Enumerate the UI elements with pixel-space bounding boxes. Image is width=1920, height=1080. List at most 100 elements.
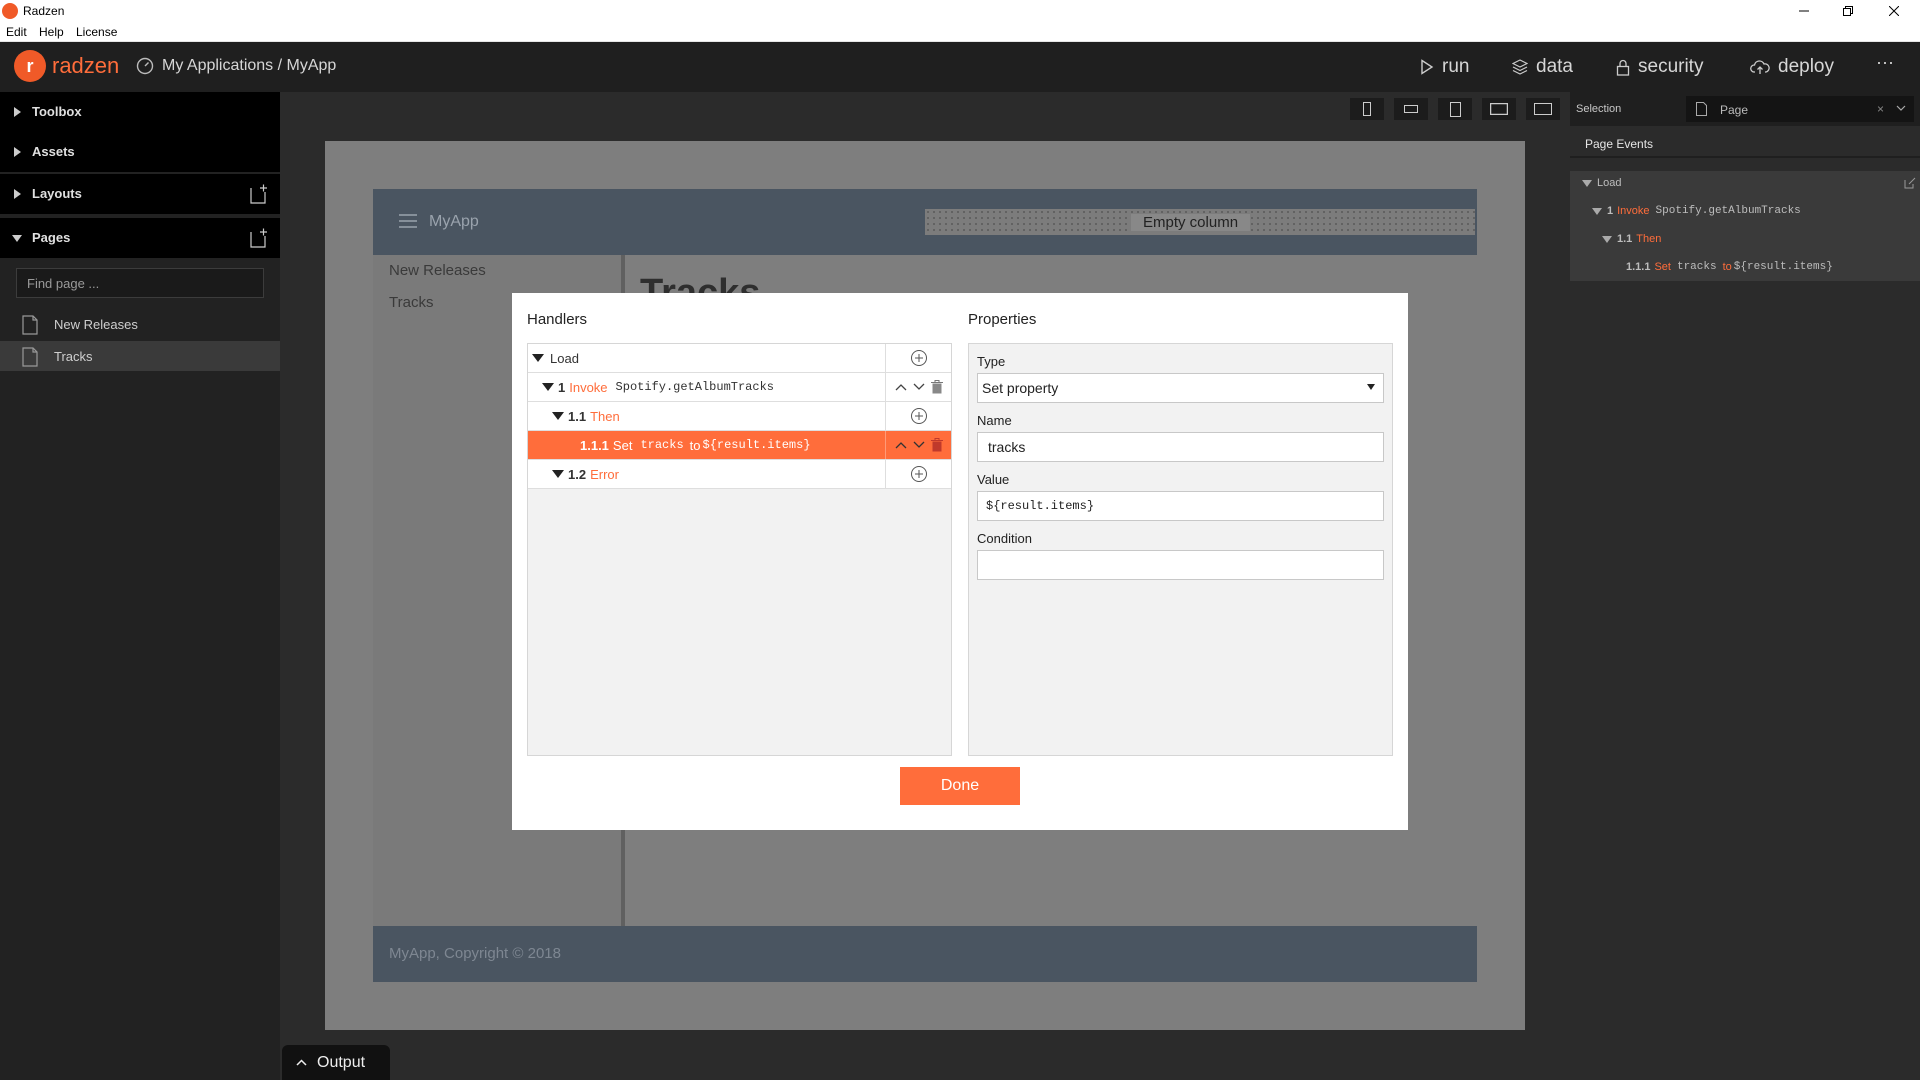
edit-icon[interactable]	[1904, 177, 1916, 189]
page-events-tree: Load 1 Invoke Spotify.getAlbumTracks 1.1…	[1570, 171, 1920, 281]
selection-dropdown[interactable]: Page ×	[1686, 96, 1914, 122]
breadcrumb-text: My Applications / MyApp	[162, 57, 337, 74]
close-window-button[interactable]	[1872, 0, 1916, 22]
page-events-header: Page Events	[1570, 126, 1920, 158]
phone-icon	[1363, 102, 1371, 116]
phone-landscape-icon	[1404, 105, 1418, 113]
move-up-icon[interactable]	[895, 441, 907, 449]
tree-set[interactable]: 1.1.1 Set tracks to ${result.items}	[1626, 261, 1833, 273]
clear-selection-icon[interactable]: ×	[1877, 102, 1884, 116]
toolbox-section[interactable]: Toolbox	[0, 92, 280, 132]
window-title: Radzen	[23, 4, 65, 18]
pages-section[interactable]: Pages	[0, 218, 280, 258]
properties-title: Properties	[968, 311, 1037, 328]
caret-down-icon	[1582, 179, 1592, 187]
caret-right-icon	[14, 147, 21, 157]
trash-icon[interactable]	[930, 380, 943, 394]
chevron-up-icon	[296, 1059, 307, 1066]
device-phone-button[interactable]	[1350, 98, 1384, 120]
radzen-logo-icon: r	[14, 50, 46, 82]
page-item-tracks[interactable]: Tracks	[0, 341, 280, 371]
preview-nav-new-releases[interactable]: New Releases	[389, 262, 486, 279]
minimize-icon	[1799, 10, 1809, 12]
device-tablet-button[interactable]	[1438, 98, 1472, 120]
deploy-button[interactable]: deploy	[1750, 56, 1834, 78]
preview-app-header[interactable]: MyApp Empty column	[373, 189, 1477, 255]
tree-then[interactable]: 1.1 Then	[1602, 233, 1661, 245]
run-button[interactable]: run	[1420, 56, 1469, 78]
page-icon	[22, 315, 38, 335]
menu-edit[interactable]: Edit	[6, 25, 27, 39]
device-phone-landscape-button[interactable]	[1394, 98, 1428, 120]
handler-row-invoke[interactable]: 1 Invoke Spotify.getAlbumTracks	[528, 373, 951, 402]
empty-column-placeholder[interactable]: Empty column	[925, 209, 1475, 235]
properties-panel: Type Set property Name tracks Value ${re…	[968, 343, 1393, 756]
name-input[interactable]: tracks	[977, 432, 1384, 462]
type-label: Type	[977, 354, 1006, 369]
chevron-down-icon	[1896, 105, 1906, 111]
move-down-icon[interactable]	[913, 383, 925, 391]
preview-app-footer[interactable]: MyApp, Copyright © 2018	[373, 926, 1477, 982]
tree-invoke[interactable]: 1 Invoke Spotify.getAlbumTracks	[1592, 205, 1801, 217]
handler-row-set-selected[interactable]: 1.1.1 Set tracks to ${result.items}	[528, 431, 951, 460]
title-bar: Radzen	[0, 0, 1920, 22]
preview-nav-tracks[interactable]: Tracks	[389, 294, 433, 311]
layers-icon	[1512, 59, 1528, 75]
cloud-upload-icon	[1750, 60, 1770, 74]
menu-help[interactable]: Help	[39, 25, 64, 39]
assets-section[interactable]: Assets	[0, 132, 280, 172]
data-button[interactable]: data	[1512, 56, 1573, 78]
move-up-icon[interactable]	[895, 383, 907, 391]
output-panel-toggle[interactable]: Output	[282, 1045, 390, 1080]
value-input[interactable]: ${result.items}	[977, 491, 1384, 521]
minimize-button[interactable]	[1782, 0, 1826, 22]
move-down-icon[interactable]	[913, 441, 925, 449]
preview-app-name: MyApp	[429, 213, 479, 230]
device-laptop-button[interactable]	[1482, 98, 1516, 120]
play-icon	[1421, 59, 1434, 75]
page-item-new-releases[interactable]: New Releases	[0, 309, 280, 339]
laptop-icon	[1490, 103, 1508, 115]
device-size-switcher	[1340, 98, 1560, 120]
add-action-icon[interactable]	[910, 465, 928, 483]
name-label: Name	[977, 413, 1012, 428]
trash-icon[interactable]	[930, 438, 943, 452]
selection-label: Selection	[1576, 103, 1622, 115]
right-panel: Selection Page × Page Events Load 1 Invo…	[1570, 92, 1920, 1080]
caret-down-icon[interactable]	[542, 383, 554, 391]
caret-down-icon	[1367, 384, 1375, 390]
app-header: r radzen My Applications / MyApp run dat…	[0, 42, 1920, 92]
done-button[interactable]: Done	[900, 767, 1020, 805]
menu-license[interactable]: License	[76, 25, 117, 39]
dashboard-icon	[136, 57, 154, 75]
more-menu-button[interactable]: ···	[1876, 52, 1894, 73]
add-action-icon[interactable]	[910, 349, 928, 367]
caret-down-icon[interactable]	[552, 470, 564, 478]
condition-label: Condition	[977, 531, 1032, 546]
security-button[interactable]: security	[1616, 56, 1703, 78]
page-icon	[1696, 102, 1707, 116]
restore-button[interactable]	[1826, 0, 1870, 22]
caret-down-icon[interactable]	[552, 412, 564, 420]
type-select[interactable]: Set property	[977, 373, 1384, 403]
left-sidebar: Toolbox Assets Layouts Pages New Release…	[0, 92, 280, 1080]
find-page-input[interactable]	[16, 268, 264, 298]
add-page-icon[interactable]	[250, 228, 268, 248]
breadcrumb[interactable]: My Applications / MyApp	[136, 57, 336, 75]
brand-name: radzen	[52, 53, 120, 78]
handler-row-then[interactable]: 1.1 Then	[528, 402, 951, 431]
output-label: Output	[317, 1053, 366, 1071]
add-layout-icon[interactable]	[250, 184, 268, 204]
event-load[interactable]: Load	[1582, 177, 1621, 189]
caret-down-icon[interactable]	[532, 354, 544, 362]
condition-input[interactable]	[977, 550, 1384, 580]
brand-logo[interactable]: r radzen	[14, 50, 119, 82]
handler-row-load[interactable]: Load	[528, 344, 951, 373]
add-action-icon[interactable]	[910, 407, 928, 425]
handler-row-error[interactable]: 1.2 Error	[528, 460, 951, 489]
more-icon: ···	[1876, 52, 1894, 72]
caret-right-icon	[14, 189, 21, 199]
device-desktop-button[interactable]	[1526, 98, 1560, 120]
handlers-title: Handlers	[527, 311, 588, 328]
layouts-section[interactable]: Layouts	[0, 174, 280, 214]
